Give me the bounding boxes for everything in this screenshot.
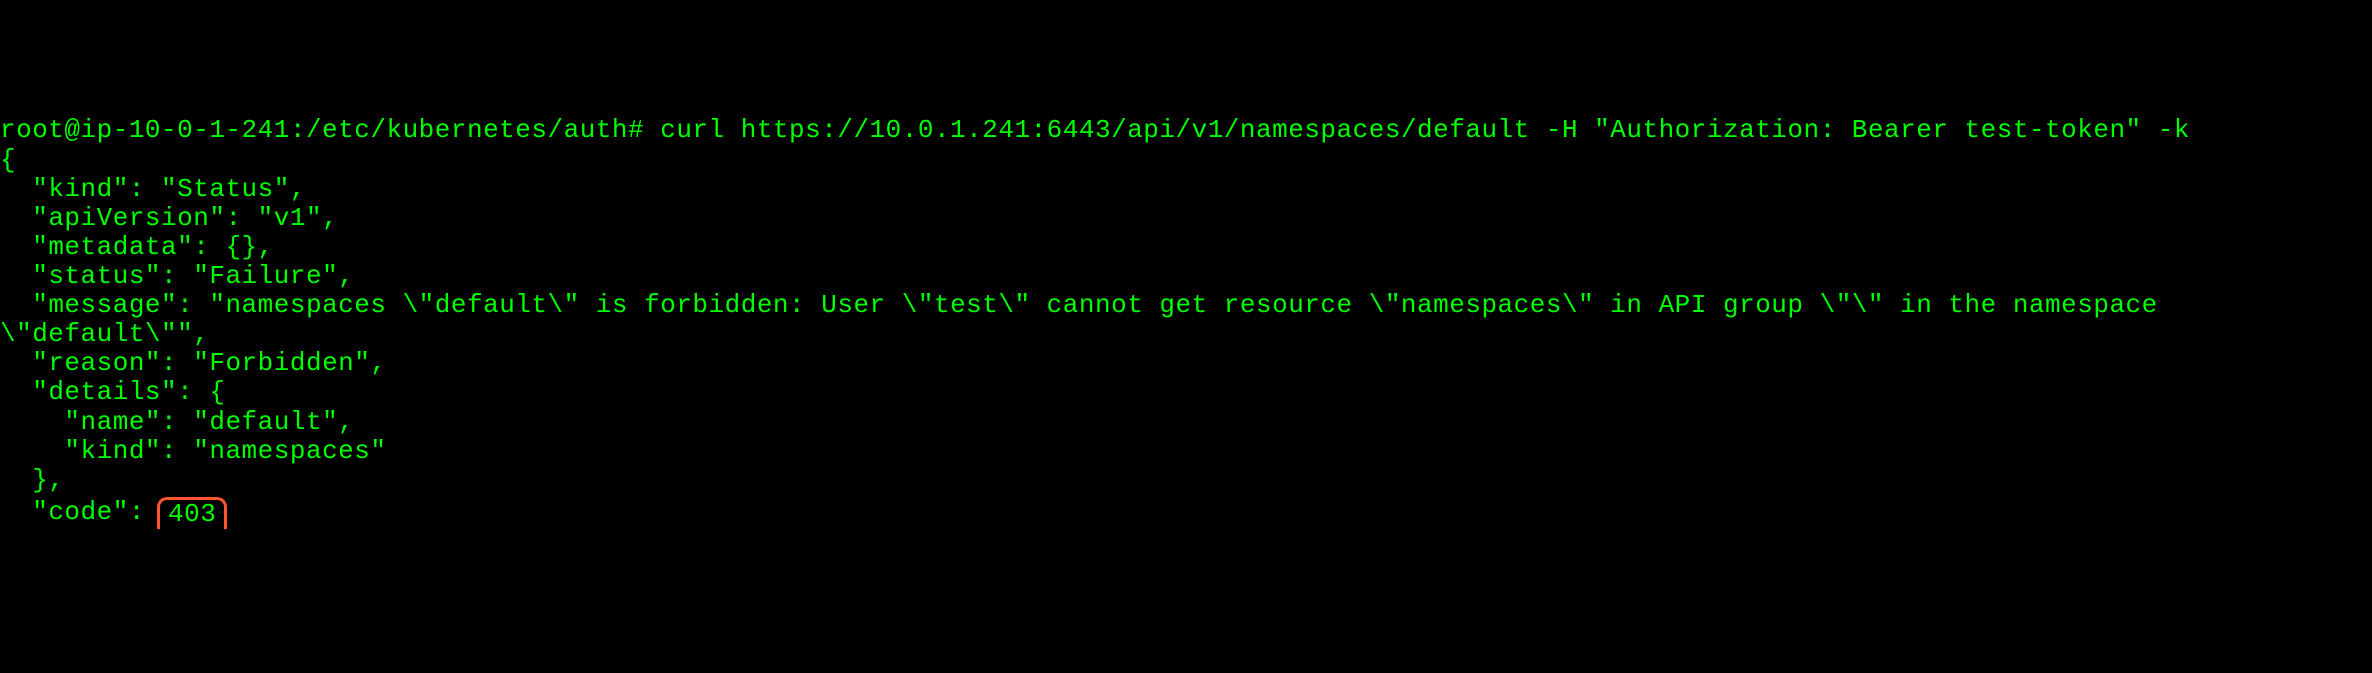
json-message-line: "message": "namespaces \"default\" is fo… [0, 290, 2174, 349]
json-code-label: "code": [0, 497, 161, 527]
curl-command: curl https://10.0.1.241:6443/api/v1/name… [660, 115, 2190, 145]
terminal-window[interactable]: root@ip-10-0-1-241:/etc/kubernetes/auth#… [0, 116, 2372, 527]
http-status-code-value: 403 [168, 499, 216, 529]
json-status-line: "status": "Failure", [0, 261, 354, 291]
json-details-kind: "kind": "namespaces" [0, 436, 386, 466]
json-kind-line: "kind": "Status", [0, 174, 306, 204]
shell-prompt: root@ip-10-0-1-241:/etc/kubernetes/auth# [0, 115, 644, 145]
json-open-brace: { [0, 145, 16, 175]
json-reason-line: "reason": "Forbidden", [0, 348, 386, 378]
json-details-open: "details": { [0, 377, 225, 407]
http-status-code-highlight: 403 [157, 497, 227, 529]
json-details-name: "name": "default", [0, 407, 354, 437]
json-details-close: }, [0, 465, 64, 495]
json-apiversion-line: "apiVersion": "v1", [0, 203, 338, 233]
json-metadata-line: "metadata": {}, [0, 232, 274, 262]
